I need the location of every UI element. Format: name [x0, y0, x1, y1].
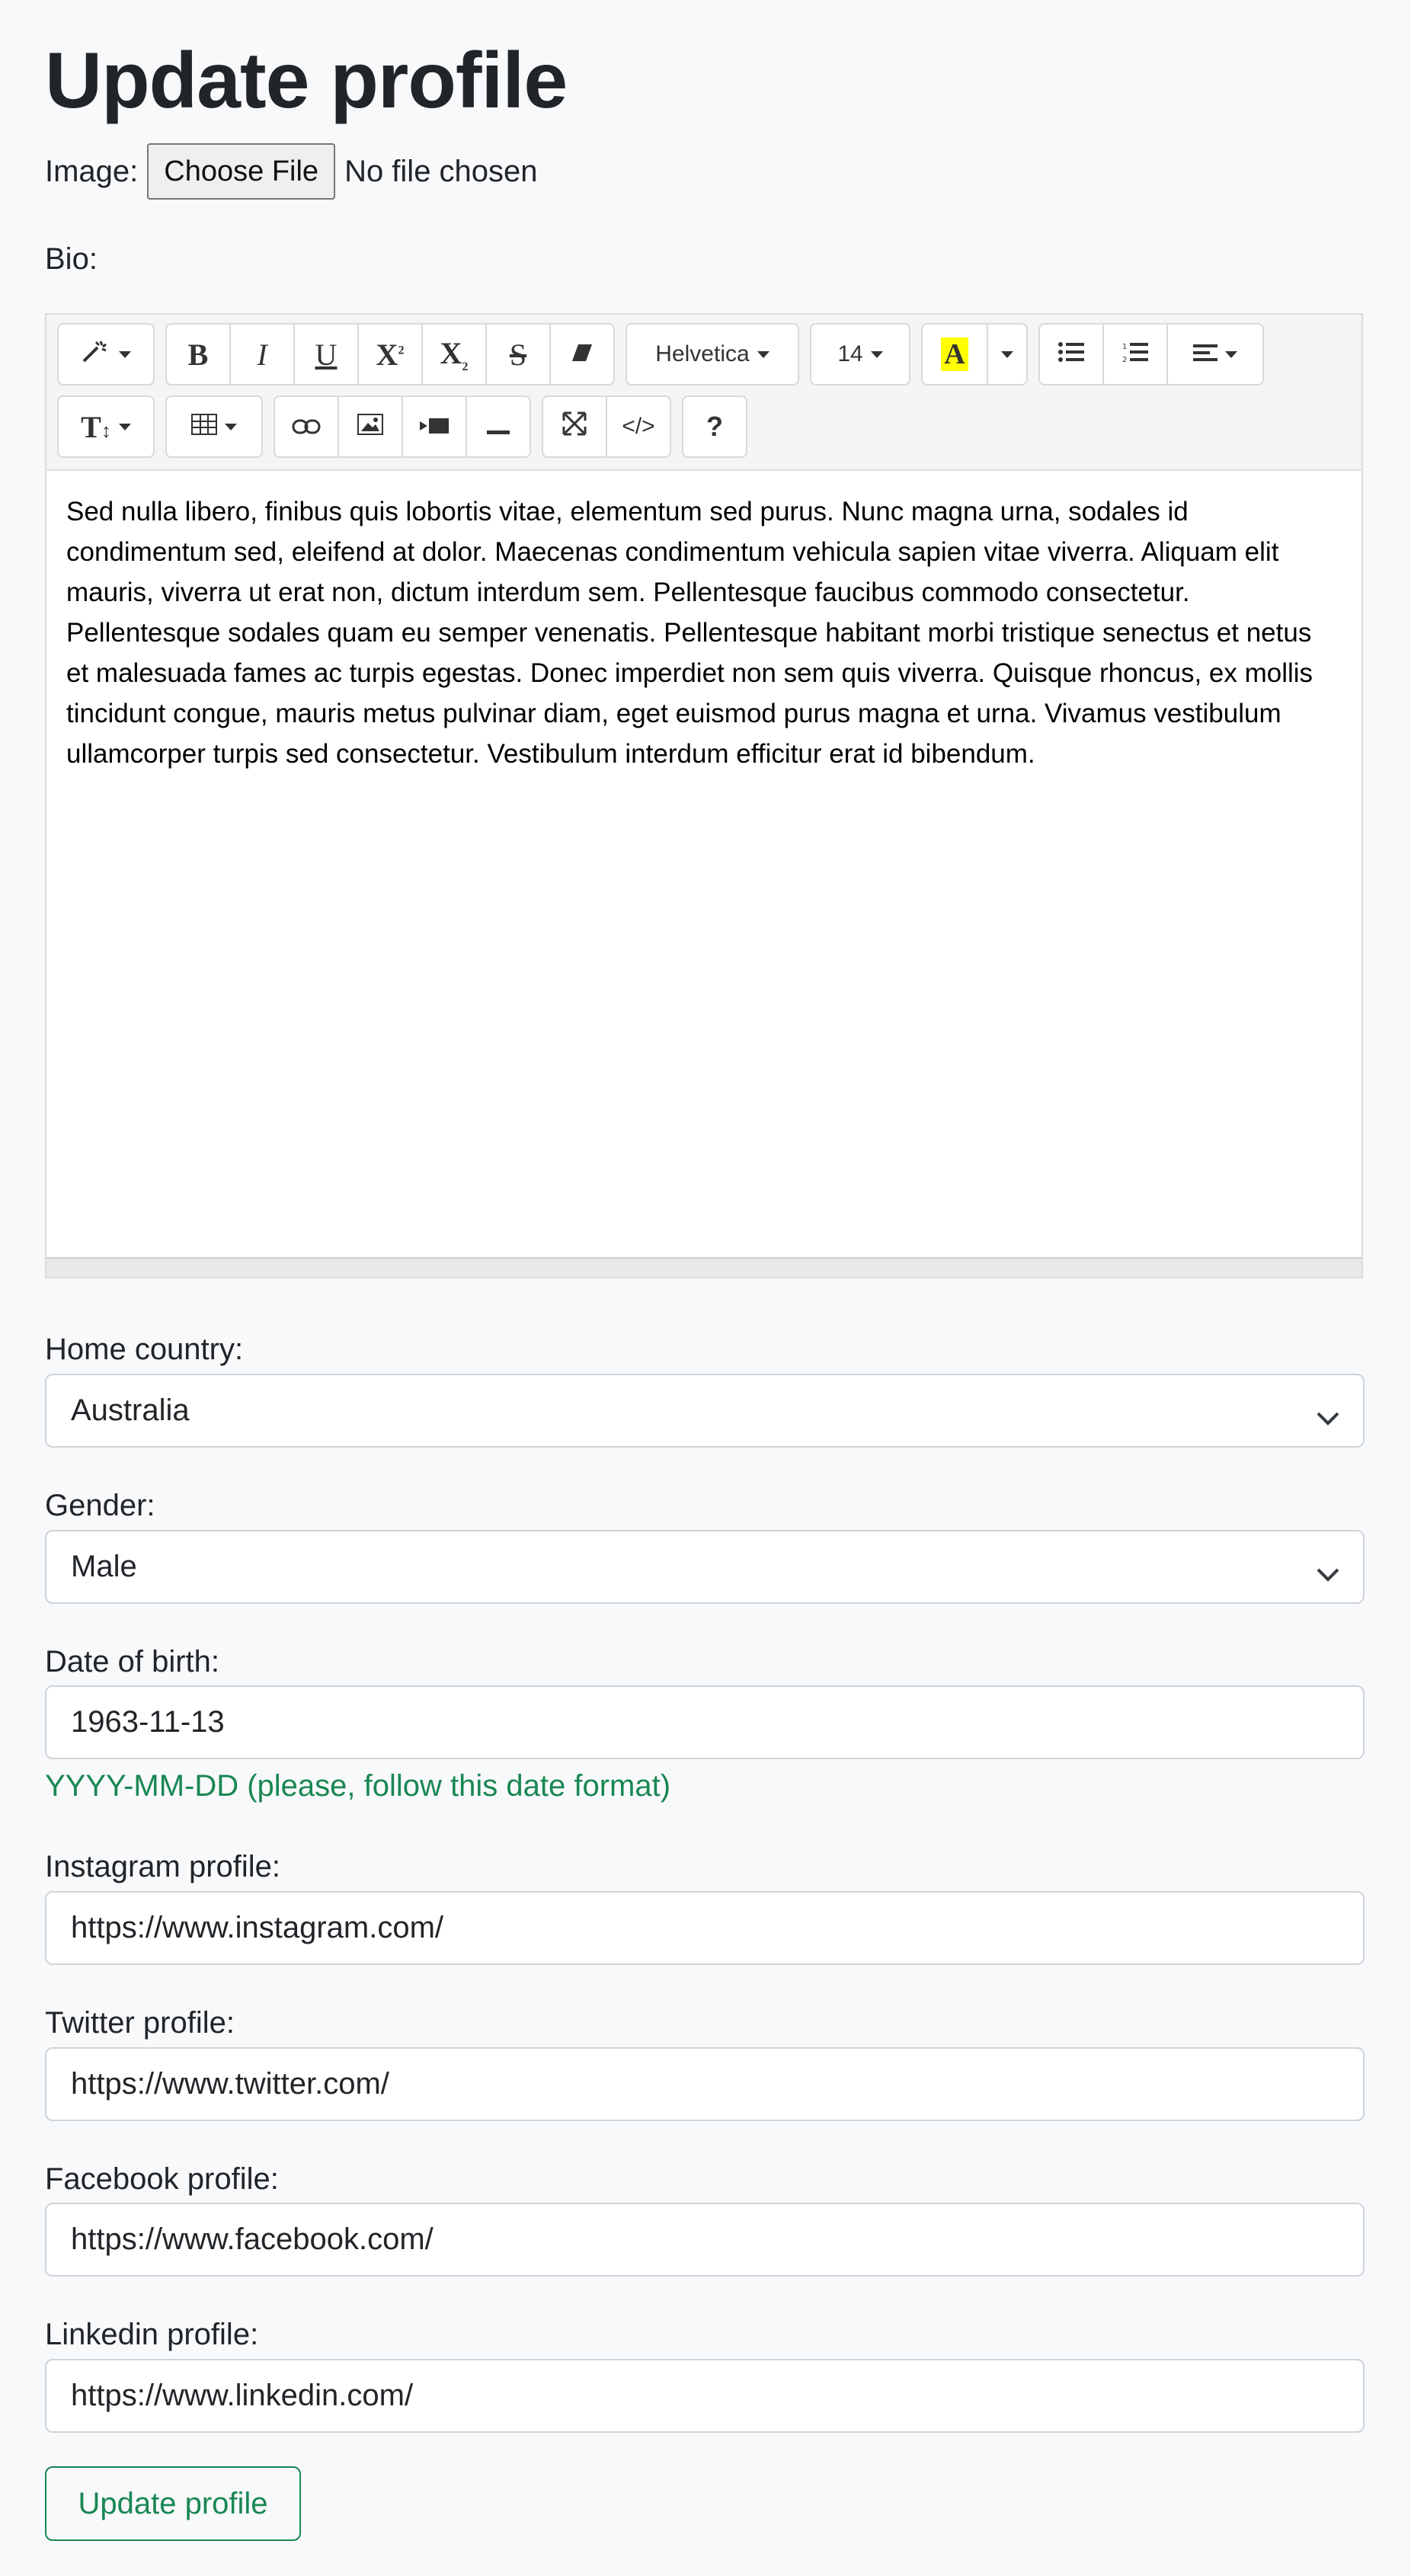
choose-file-button[interactable]: Choose File	[147, 143, 336, 200]
linkedin-value: https://www.linkedin.com/	[71, 2379, 414, 2412]
chevron-down-icon	[1316, 1556, 1340, 1590]
insert-video-button[interactable]	[402, 395, 467, 458]
twitter-label: Twitter profile:	[45, 2006, 235, 2040]
svg-text:1: 1	[1122, 343, 1127, 351]
facebook-input[interactable]: https://www.facebook.com/	[45, 2203, 1365, 2277]
chevron-down-icon	[1225, 350, 1237, 358]
gender-value: Male	[71, 1550, 137, 1583]
twitter-value: https://www.twitter.com/	[71, 2067, 389, 2101]
home-country-label: Home country:	[45, 1333, 244, 1366]
text-height-icon: T↕	[81, 409, 111, 444]
horizontal-rule-button[interactable]	[466, 395, 531, 458]
bold-icon: B	[187, 337, 209, 372]
image-icon	[357, 412, 383, 442]
insert-link-button[interactable]	[274, 395, 339, 458]
linkedin-input[interactable]: https://www.linkedin.com/	[45, 2359, 1365, 2433]
image-label: Image:	[45, 155, 139, 188]
italic-button[interactable]: I	[229, 323, 295, 386]
file-status-text: No file chosen	[344, 154, 538, 188]
code-view-button[interactable]: </>	[606, 395, 671, 458]
italic-icon: I	[257, 337, 267, 372]
chevron-down-icon	[1316, 1400, 1340, 1434]
facebook-value: https://www.facebook.com/	[71, 2222, 434, 2256]
link-icon	[292, 412, 321, 442]
gender-label: Gender:	[45, 1489, 155, 1522]
facebook-label: Facebook profile:	[45, 2162, 279, 2196]
bio-label: Bio:	[45, 242, 98, 276]
underline-icon: U	[315, 337, 338, 372]
color-dropdown-button[interactable]	[987, 323, 1028, 386]
image-field: Image: Choose File No file chosen	[45, 142, 538, 201]
bold-button[interactable]: B	[165, 323, 231, 386]
dob-format-help: YYYY-MM-DD (please, follow this date for…	[45, 1769, 671, 1803]
numbered-list-button[interactable]: 12	[1102, 323, 1168, 386]
help-button[interactable]: ?	[682, 395, 747, 458]
font-family-value: Helvetica	[655, 341, 750, 366]
table-icon	[191, 412, 217, 442]
strikethrough-icon: S	[509, 337, 527, 372]
dob-input[interactable]: 1963-11-13	[45, 1685, 1365, 1759]
dob-label: Date of birth:	[45, 1645, 220, 1678]
instagram-label: Instagram profile:	[45, 1850, 281, 1883]
highlight-color-button[interactable]: A	[921, 323, 988, 386]
insert-image-button[interactable]	[338, 395, 403, 458]
update-profile-button[interactable]: Update profile	[45, 2466, 301, 2541]
font-size-dropdown[interactable]: 14	[810, 323, 910, 386]
chevron-down-icon	[119, 350, 131, 358]
bio-editor: B I U X2 X2 S Helvetica 14 A 1 2 T↕ </> …	[45, 313, 1363, 1278]
update-profile-page: Update profile Image: Choose File No fil…	[0, 0, 1411, 2576]
paragraph-align-dropdown[interactable]	[1166, 323, 1264, 386]
home-country-value: Australia	[71, 1394, 190, 1427]
line-height-dropdown[interactable]: T↕	[57, 395, 155, 458]
style-magic-button[interactable]	[57, 323, 155, 386]
toolbar-row-1: B I U X2 X2 S Helvetica 14 A 1 2	[57, 323, 1275, 386]
editor-resize-bar[interactable]	[46, 1257, 1361, 1277]
clear-format-button[interactable]	[549, 323, 615, 386]
table-dropdown[interactable]	[165, 395, 263, 458]
expand-icon	[562, 411, 587, 443]
code-icon: </>	[622, 414, 655, 439]
eraser-icon	[571, 340, 594, 370]
unordered-list-icon	[1058, 340, 1084, 370]
font-size-value: 14	[837, 341, 863, 366]
page-title: Update profile	[45, 37, 568, 125]
chevron-down-icon	[870, 350, 883, 358]
magic-wand-icon	[81, 338, 111, 371]
help-icon: ?	[706, 411, 723, 442]
instagram-value: https://www.instagram.com/	[71, 1911, 444, 1944]
twitter-input[interactable]: https://www.twitter.com/	[45, 2047, 1365, 2121]
subscript-icon: X2	[440, 335, 469, 373]
minus-icon	[487, 412, 510, 442]
font-family-dropdown[interactable]: Helvetica	[626, 323, 799, 386]
align-left-icon	[1193, 340, 1217, 370]
instagram-input[interactable]: https://www.instagram.com/	[45, 1891, 1365, 1965]
subscript-button[interactable]: X2	[421, 323, 487, 386]
chevron-down-icon	[1001, 350, 1013, 358]
linkedin-label: Linkedin profile:	[45, 2318, 259, 2351]
superscript-icon: X2	[376, 337, 405, 372]
chevron-down-icon	[118, 423, 131, 430]
underline-button[interactable]: U	[293, 323, 359, 386]
strikethrough-button[interactable]: S	[485, 323, 551, 386]
ordered-list-icon: 12	[1122, 340, 1148, 370]
toolbar-row-2: T↕ </> ?	[57, 395, 758, 458]
chevron-down-icon	[225, 423, 237, 430]
highlight-icon: A	[941, 338, 968, 371]
home-country-select[interactable]: Australia	[45, 1374, 1365, 1448]
bio-editor-content[interactable]: Sed nulla libero, finibus quis lobortis …	[66, 491, 1333, 774]
dob-value: 1963-11-13	[71, 1705, 225, 1739]
video-icon	[420, 412, 449, 442]
fullscreen-button[interactable]	[542, 395, 607, 458]
editor-toolbar: B I U X2 X2 S Helvetica 14 A 1 2 T↕ </> …	[46, 315, 1361, 471]
superscript-button[interactable]: X2	[357, 323, 423, 386]
chevron-down-icon	[757, 350, 769, 358]
bullet-list-button[interactable]	[1038, 323, 1104, 386]
svg-text:2: 2	[1122, 356, 1127, 363]
gender-select[interactable]: Male	[45, 1530, 1365, 1604]
